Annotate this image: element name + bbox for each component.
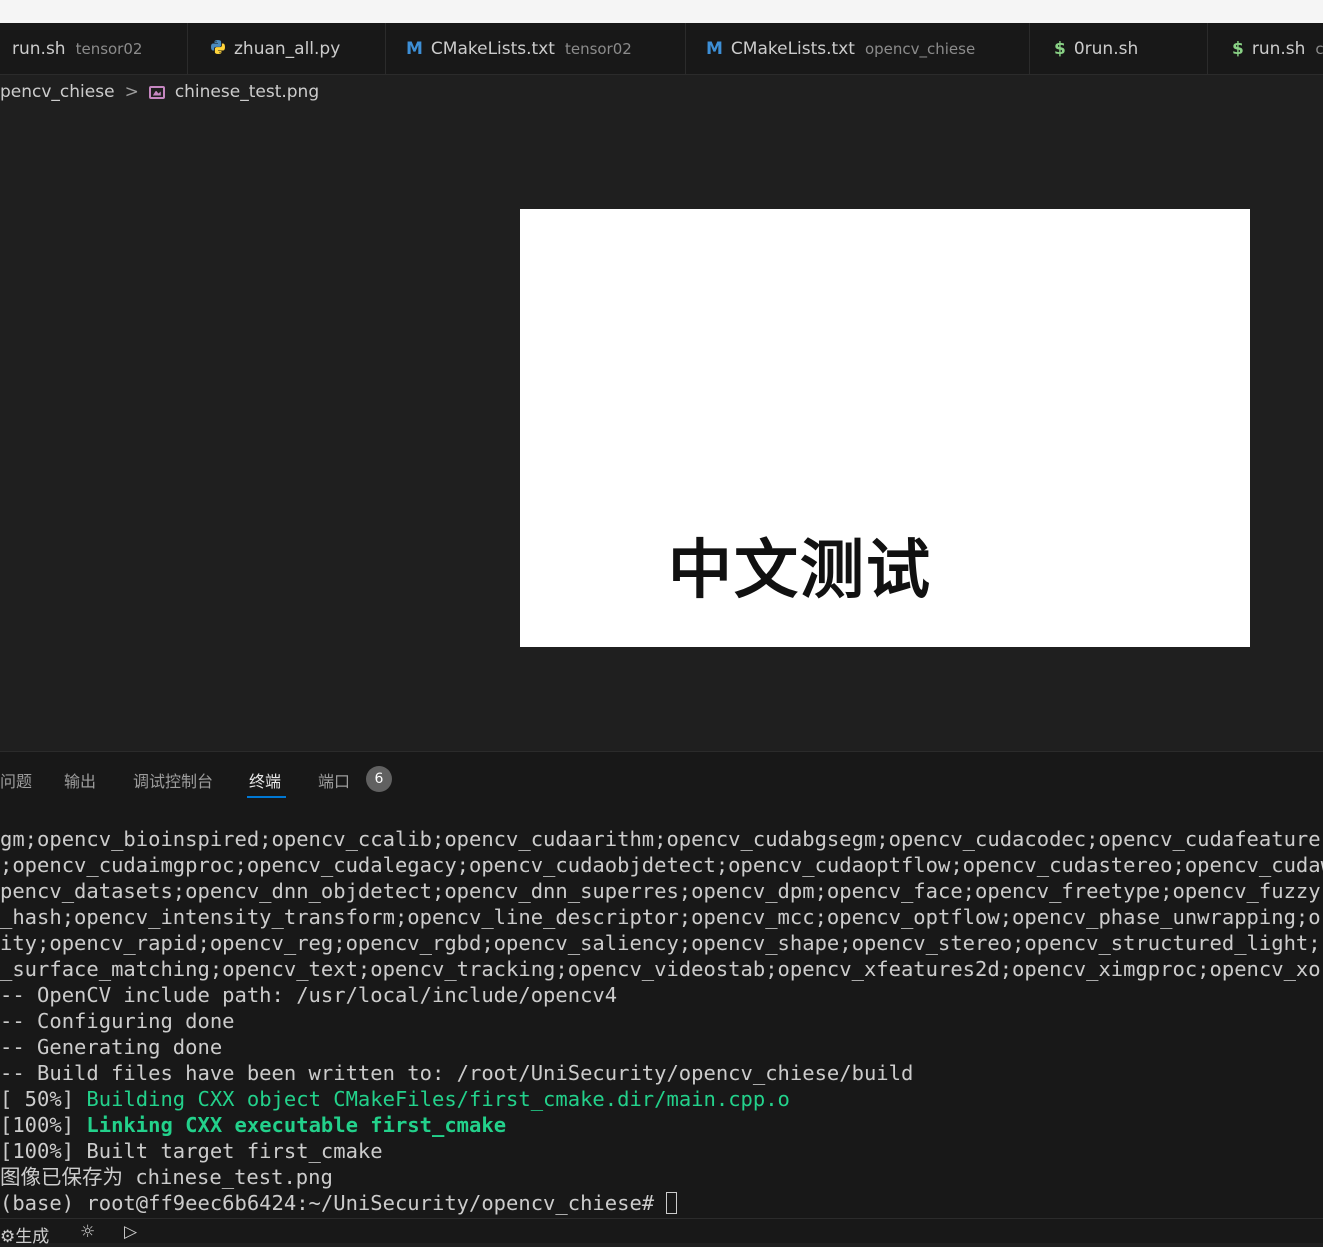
image-preview: 中文测试 bbox=[520, 209, 1250, 647]
terminal-line: -- Generating done bbox=[0, 1035, 223, 1059]
shell-icon: $ bbox=[1232, 38, 1244, 59]
bottom-panel: 问题 输出 调试控制台 终端 端口 6 gm;opencv_bioinspire… bbox=[0, 751, 1323, 1243]
image-file-icon bbox=[148, 85, 165, 99]
build-progress: [ 50%] bbox=[0, 1087, 87, 1111]
terminal-line: [100%] Built target first_cmake bbox=[0, 1139, 383, 1163]
tab-run-sh-tensor02[interactable]: run.sh tensor02 bbox=[0, 23, 188, 74]
breadcrumb-folder[interactable]: pencv_chiese bbox=[0, 82, 115, 102]
breadcrumb: pencv_chiese > chinese_test.png bbox=[0, 75, 1323, 109]
chevron-right-icon: > bbox=[124, 82, 139, 102]
tab-problems[interactable]: 问题 bbox=[0, 768, 32, 792]
terminal-line: ;opencv_cudaimgproc;opencv_cudalegacy;op… bbox=[0, 853, 1323, 877]
cmake-icon: M bbox=[406, 38, 423, 59]
tab-description: tensor02 bbox=[75, 39, 143, 58]
panel-tabs: 问题 输出 调试控制台 终端 端口 6 bbox=[0, 752, 1323, 806]
tab-ports[interactable]: 端口 bbox=[318, 768, 350, 792]
preview-image-text: 中文测试 bbox=[668, 534, 932, 608]
tab-debug-console[interactable]: 调试控制台 bbox=[133, 768, 213, 792]
tab-label: run.sh bbox=[1251, 38, 1306, 59]
tab-zhuan-all-py[interactable]: zhuan_all.py bbox=[188, 23, 386, 74]
tab-label: zhuan_all.py bbox=[234, 38, 341, 59]
tab-description: opencv_chiese bbox=[864, 39, 976, 58]
bug-icon[interactable]: ☼ bbox=[80, 1222, 95, 1242]
build-button[interactable]: ⚙生成 bbox=[0, 1222, 49, 1247]
tab-label: run.sh bbox=[12, 38, 66, 59]
window-top-strip bbox=[0, 0, 1323, 23]
status-bar: ⚙生成 ☼ ▷ bbox=[0, 1218, 1323, 1247]
active-tab-indicator bbox=[247, 796, 286, 798]
terminal-line: pencv_datasets;opencv_dnn_objdetect;open… bbox=[0, 879, 1321, 903]
editor-tab-bar: run.sh tensor02 zhuan_all.py M CMakeList… bbox=[0, 23, 1323, 75]
tab-label: 0run.sh bbox=[1073, 38, 1139, 59]
breadcrumb-file[interactable]: chinese_test.png bbox=[175, 82, 319, 102]
terminal-prompt-line: (base) root@ff9eec6b6424:~/UniSecurity/o… bbox=[0, 1190, 1323, 1216]
tab-description: tensor02 bbox=[564, 39, 632, 58]
tab-run-sh[interactable]: $ run.sh c bbox=[1208, 23, 1323, 74]
link-progress: [100%] bbox=[0, 1113, 87, 1137]
terminal-line-build: [ 50%] Building CXX object CMakeFiles/fi… bbox=[0, 1086, 1323, 1112]
tab-description: c bbox=[1315, 39, 1323, 58]
shell-icon: $ bbox=[1054, 38, 1066, 59]
terminal-line: 图像已保存为 chinese_test.png bbox=[0, 1165, 333, 1189]
tab-label: CMakeLists.txt bbox=[430, 38, 555, 59]
link-message: Linking CXX executable first_cmake bbox=[86, 1113, 507, 1137]
tab-cmakelists-tensor02[interactable]: M CMakeLists.txt tensor02 bbox=[386, 23, 686, 74]
terminal-line: -- OpenCV include path: /usr/local/inclu… bbox=[0, 983, 618, 1007]
terminal-line: _hash;opencv_intensity_transform;opencv_… bbox=[0, 905, 1321, 929]
tab-terminal[interactable]: 终端 bbox=[249, 768, 281, 792]
tab-cmakelists-opencv-chiese[interactable]: M CMakeLists.txt opencv_chiese bbox=[686, 23, 1030, 74]
terminal-line: -- Configuring done bbox=[0, 1009, 235, 1033]
play-icon[interactable]: ▷ bbox=[124, 1222, 137, 1242]
build-label: 生成 bbox=[15, 1227, 50, 1247]
python-icon bbox=[210, 39, 226, 59]
terminal-line: _surface_matching;opencv_text;opencv_tra… bbox=[0, 957, 1321, 981]
terminal-cursor bbox=[666, 1192, 678, 1214]
gear-icon: ⚙ bbox=[0, 1227, 16, 1247]
terminal-output[interactable]: gm;opencv_bioinspired;opencv_ccalib;open… bbox=[0, 826, 1323, 1216]
ports-count-badge: 6 bbox=[366, 766, 392, 792]
terminal-line: gm;opencv_bioinspired;opencv_ccalib;open… bbox=[0, 827, 1321, 851]
terminal-line-link: [100%] Linking CXX executable first_cmak… bbox=[0, 1112, 1323, 1138]
tab-0run-sh[interactable]: $ 0run.sh bbox=[1030, 23, 1208, 74]
terminal-line: ity;opencv_rapid;opencv_reg;opencv_rgbd;… bbox=[0, 931, 1321, 955]
terminal-line: -- Build files have been written to: /ro… bbox=[0, 1061, 914, 1085]
cmake-icon: M bbox=[706, 38, 723, 59]
tab-output[interactable]: 输出 bbox=[64, 768, 96, 792]
build-message: Building CXX object CMakeFiles/first_cma… bbox=[86, 1087, 790, 1111]
tab-label: CMakeLists.txt bbox=[730, 38, 855, 59]
terminal-prompt: (base) root@ff9eec6b6424:~/UniSecurity/o… bbox=[0, 1191, 667, 1215]
